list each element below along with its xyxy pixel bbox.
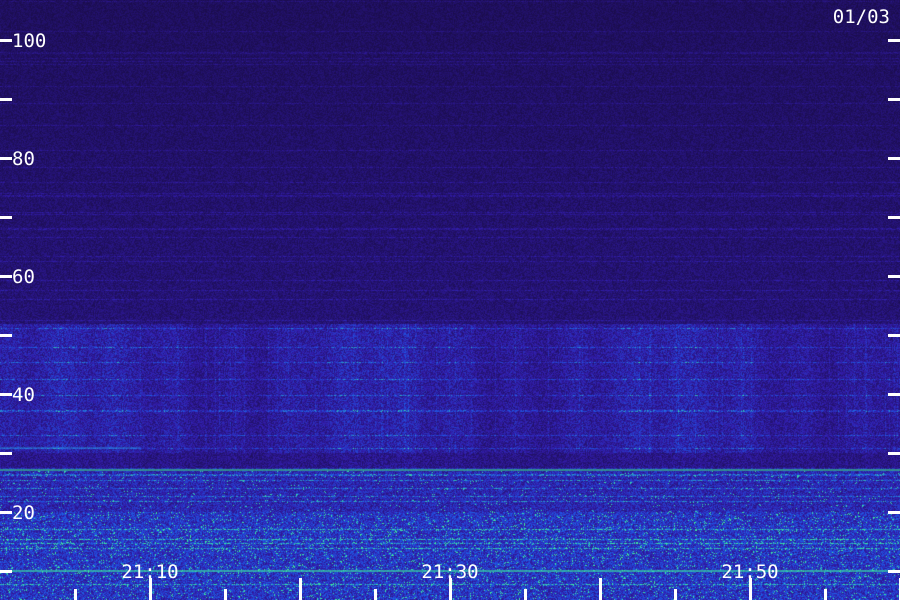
x-tick-minor	[74, 589, 77, 600]
y-tick-right	[888, 275, 900, 278]
y-minor-tick-left	[0, 334, 12, 337]
x-tick-label: 21:30	[421, 561, 478, 583]
y-tick-left	[0, 393, 12, 396]
y-minor-tick-left	[0, 216, 12, 219]
y-minor-tick-right	[888, 334, 900, 337]
y-tick-label: 40	[12, 384, 35, 406]
y-tick-label: 100	[12, 30, 46, 52]
x-tick-minor	[374, 589, 377, 600]
x-tick-minor	[224, 589, 227, 600]
spectrogram-panel: 100 80 60 40 20 21:10 21:30 21:50 01/03	[0, 0, 900, 600]
y-tick-right	[888, 393, 900, 396]
y-tick-label: 60	[12, 266, 35, 288]
y-tick-right	[888, 511, 900, 514]
y-minor-tick-right	[888, 98, 900, 101]
axis-overlay: 100 80 60 40 20 21:10 21:30 21:50	[0, 30, 900, 600]
x-tick-major	[599, 578, 602, 600]
y-tick-right	[888, 157, 900, 160]
y-tick-right	[888, 39, 900, 42]
y-minor-tick-right	[888, 216, 900, 219]
x-tick-major	[299, 578, 302, 600]
y-tick-left	[0, 275, 12, 278]
x-tick-label: 21:10	[121, 561, 178, 583]
x-tick-label: 21:50	[721, 561, 778, 583]
y-tick-left	[0, 157, 12, 160]
y-tick-label: 20	[12, 502, 35, 524]
y-minor-tick-left	[0, 570, 12, 573]
x-tick-minor	[824, 589, 827, 600]
x-tick-minor	[674, 589, 677, 600]
y-tick-label: 80	[12, 148, 35, 170]
y-tick-left	[0, 39, 12, 42]
y-tick-left	[0, 511, 12, 514]
y-minor-tick-left	[0, 452, 12, 455]
y-minor-tick-left	[0, 98, 12, 101]
x-tick-minor	[524, 589, 527, 600]
date-label: 01/03	[832, 6, 890, 28]
y-minor-tick-right	[888, 570, 900, 573]
y-minor-tick-right	[888, 452, 900, 455]
